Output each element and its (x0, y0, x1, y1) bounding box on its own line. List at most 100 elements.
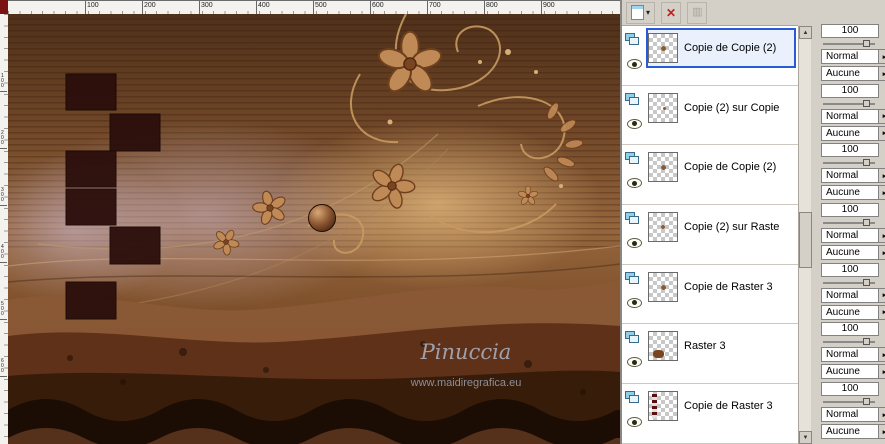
layer-selection[interactable]: Copie de Raster 3 (646, 267, 796, 307)
link-select[interactable]: Aucune ▸ (821, 424, 885, 440)
blend-mode-value: Normal (821, 168, 879, 184)
slider-thumb[interactable] (863, 159, 870, 167)
link-select[interactable]: Aucune ▸ (821, 364, 885, 380)
opacity-slider[interactable] (823, 338, 875, 346)
layers-scrollbar[interactable]: ▲ ▼ (798, 26, 812, 444)
combo-arrow-icon[interactable]: ▸ (879, 304, 885, 320)
layer-name[interactable]: Raster 3 (684, 340, 726, 352)
layer-row[interactable]: Copie (2) sur Raste (622, 205, 798, 265)
link-select[interactable]: Aucune ▸ (821, 185, 885, 201)
layer-name[interactable]: Copie de Raster 3 (684, 281, 773, 293)
blend-mode-select[interactable]: Normal ▸ (821, 287, 885, 303)
link-select[interactable]: Aucune ▸ (821, 66, 885, 81)
delete-layer-button[interactable]: ✕ (661, 1, 682, 24)
combo-arrow-icon[interactable]: ▸ (879, 49, 885, 64)
slider-thumb[interactable] (863, 338, 870, 346)
layer-row[interactable]: Raster 3 (622, 324, 798, 385)
visibility-eye-icon[interactable] (627, 118, 642, 129)
layer-thumbnail[interactable] (648, 92, 678, 123)
layer-thumbnail[interactable] (648, 33, 678, 63)
blend-mode-select[interactable]: Normal ▸ (821, 407, 885, 423)
layer-row[interactable]: Copie de Raster 3 (622, 264, 798, 325)
visibility-eye-icon[interactable] (627, 238, 642, 249)
layer-properties-group: 100 Normal ▸ Aucune ▸ (811, 143, 885, 203)
ruler-label: 500 (1, 301, 4, 317)
combo-arrow-icon[interactable]: ▸ (879, 287, 885, 303)
combo-arrow-icon[interactable]: ▸ (879, 108, 885, 124)
ruler-label: 300 (1, 187, 4, 203)
image-canvas[interactable]: Pinuccia www.maidiregrafica.eu (0, 13, 621, 444)
opacity-field[interactable]: 100 (821, 382, 879, 397)
layer-thumbnail[interactable] (648, 391, 678, 422)
combo-arrow-icon[interactable]: ▸ (879, 125, 885, 141)
layer-thumbnail[interactable] (648, 212, 678, 243)
link-select[interactable]: Aucune ▸ (821, 245, 885, 261)
layer-thumbnail[interactable] (648, 331, 678, 362)
opacity-slider[interactable] (823, 40, 875, 47)
combo-arrow-icon[interactable]: ▸ (879, 245, 885, 261)
opacity-slider[interactable] (823, 398, 875, 406)
opacity-field[interactable]: 100 (821, 83, 879, 98)
layer-selection[interactable]: Copie de Raster 3 (646, 386, 796, 426)
slider-thumb[interactable] (863, 219, 870, 227)
opacity-value: 100 (841, 144, 859, 156)
layer-options-button[interactable]: ▥ (687, 1, 708, 24)
layer-name[interactable]: Copie de Raster 3 (684, 400, 773, 412)
blend-mode-select[interactable]: Normal ▸ (821, 228, 885, 244)
combo-arrow-icon[interactable]: ▸ (879, 407, 885, 423)
opacity-slider[interactable] (823, 219, 875, 227)
layer-name[interactable]: Copie de Copie (2) (684, 42, 776, 54)
blend-mode-select[interactable]: Normal ▸ (821, 168, 885, 184)
layers-toolbar: ▾ ✕ ▥ (622, 0, 798, 26)
visibility-eye-icon[interactable] (627, 357, 642, 368)
blend-mode-select[interactable]: Normal ▸ (821, 347, 885, 363)
opacity-field[interactable]: 100 (821, 322, 879, 337)
combo-arrow-icon[interactable]: ▸ (879, 66, 885, 81)
blend-mode-select[interactable]: Normal ▸ (821, 49, 885, 64)
layer-list: Copie de Copie (2) Copie (2) sur Copie C… (622, 26, 798, 444)
opacity-field[interactable]: 100 (821, 143, 879, 158)
combo-arrow-icon[interactable]: ▸ (879, 228, 885, 244)
visibility-eye-icon[interactable] (627, 59, 642, 69)
layer-name[interactable]: Copie de Copie (2) (684, 161, 776, 173)
visibility-eye-icon[interactable] (627, 417, 642, 428)
link-select[interactable]: Aucune ▸ (821, 125, 885, 141)
raster-layer-icon (625, 271, 641, 285)
combo-arrow-icon[interactable]: ▸ (879, 168, 885, 184)
visibility-eye-icon[interactable] (627, 297, 642, 308)
layer-selection[interactable]: Copie (2) sur Copie (646, 88, 796, 128)
opacity-slider[interactable] (823, 159, 875, 167)
visibility-eye-icon[interactable] (627, 178, 642, 189)
layer-thumbnail[interactable] (648, 152, 678, 183)
combo-arrow-icon[interactable]: ▸ (879, 347, 885, 363)
layer-name[interactable]: Copie (2) sur Raste (684, 221, 779, 233)
blend-mode-select[interactable]: Normal ▸ (821, 108, 885, 124)
slider-thumb[interactable] (863, 99, 870, 107)
opacity-slider[interactable] (823, 278, 875, 286)
layer-selection[interactable]: Copie (2) sur Raste (646, 207, 796, 247)
link-value: Aucune (821, 185, 879, 201)
link-select[interactable]: Aucune ▸ (821, 304, 885, 320)
layer-selection[interactable]: Raster 3 (646, 326, 796, 366)
opacity-field[interactable]: 100 (821, 262, 879, 277)
slider-thumb[interactable] (863, 278, 870, 286)
combo-arrow-icon[interactable]: ▸ (879, 424, 885, 440)
slider-thumb[interactable] (863, 398, 870, 406)
blend-mode-value: Normal (821, 407, 879, 423)
opacity-value: 100 (841, 323, 859, 335)
opacity-field[interactable]: 100 (821, 203, 879, 218)
opacity-slider[interactable] (823, 99, 875, 107)
layer-name[interactable]: Copie (2) sur Copie (684, 102, 779, 114)
combo-arrow-icon[interactable]: ▸ (879, 364, 885, 380)
layer-selection[interactable]: Copie de Copie (2) (646, 147, 796, 187)
layer-row[interactable]: Copie de Copie (2) (622, 26, 798, 86)
opacity-field[interactable]: 100 (821, 24, 879, 38)
layer-row[interactable]: Copie de Raster 3 (622, 384, 798, 444)
layer-row[interactable]: Copie (2) sur Copie (622, 85, 798, 146)
layer-selection[interactable]: Copie de Copie (2) (646, 28, 796, 68)
slider-thumb[interactable] (863, 40, 870, 47)
layer-thumbnail[interactable] (648, 271, 678, 302)
combo-arrow-icon[interactable]: ▸ (879, 185, 885, 201)
layer-row[interactable]: Copie de Copie (2) (622, 145, 798, 206)
new-layer-button[interactable]: ▾ (626, 1, 656, 24)
